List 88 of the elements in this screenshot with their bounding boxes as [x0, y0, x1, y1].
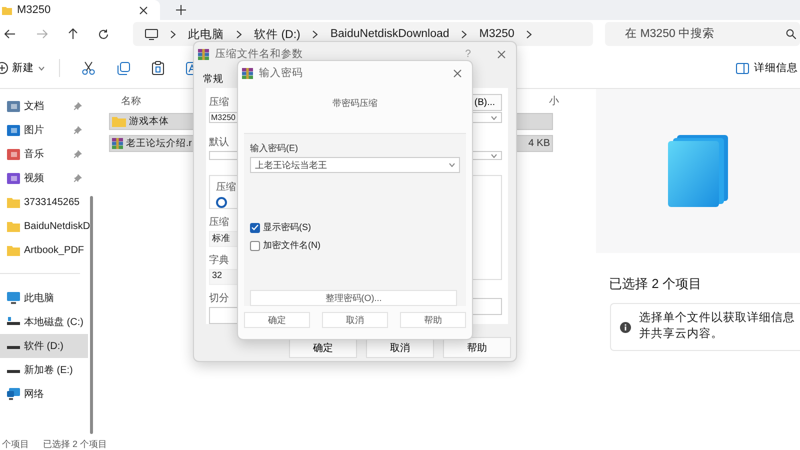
caret-icon — [449, 163, 455, 167]
window-tab[interactable]: M3250 — [0, 0, 160, 20]
selection-title: 已选择 2 个项目 — [609, 275, 702, 293]
caret-icon — [491, 154, 497, 158]
checkbox[interactable] — [250, 222, 260, 232]
dialog-button[interactable]: 确定 — [244, 312, 310, 328]
field-label: 字典 — [209, 254, 229, 267]
checkbox[interactable] — [250, 240, 260, 250]
document-icon — [7, 100, 20, 112]
field-label: 默认 — [209, 137, 229, 148]
caret-icon — [491, 116, 497, 120]
caret-icon — [38, 66, 45, 70]
breadcrumb-item[interactable]: BaiduNetdiskDownload — [330, 28, 450, 40]
archive-icon — [112, 138, 123, 149]
organize-passwords-button[interactable]: 整理密码(O)... — [250, 290, 457, 306]
size-cell: 4 KB — [528, 138, 550, 149]
sidebar-item[interactable]: 软件 (D:) — [0, 334, 88, 358]
dialog-button[interactable]: 取消 — [322, 312, 388, 328]
monitor-icon — [145, 28, 158, 40]
status-text: 个项目 — [2, 438, 29, 450]
sidebar-item[interactable]: 此电脑 — [0, 286, 88, 310]
details-button[interactable]: 详细信息 — [736, 61, 798, 75]
breadcrumb-item[interactable]: M3250 — [479, 28, 514, 40]
chevron-icon — [236, 30, 242, 38]
info-icon — [620, 322, 631, 332]
field-label: 压缩 — [209, 96, 229, 109]
sidebar-item[interactable]: 图片 — [0, 118, 88, 142]
sidebar-item[interactable]: 音乐 — [0, 142, 88, 166]
refresh-icon[interactable] — [98, 28, 109, 40]
field-label: 切分 — [209, 292, 229, 305]
field-label: 压缩 — [209, 216, 229, 229]
sidebar-item[interactable]: 3733145265 — [0, 190, 88, 214]
info-text: 选择单个文件以获取详细信息并共享云内容。 — [639, 311, 796, 342]
chevron-icon — [170, 30, 176, 38]
folder-icon — [7, 196, 20, 208]
sidebar-item[interactable]: 视频 — [0, 166, 88, 190]
back-icon[interactable] — [4, 29, 16, 39]
close-icon[interactable] — [139, 6, 148, 14]
dialog-heading: 带密码压缩 — [332, 97, 378, 110]
sidebar-item[interactable]: 文档 — [0, 94, 88, 118]
new-button[interactable]: 新建 — [0, 61, 45, 75]
folder-icon — [7, 244, 20, 256]
archive-icon — [198, 48, 209, 60]
monitor-icon — [7, 292, 20, 304]
files-stack-icon — [668, 135, 728, 207]
folder-icon — [7, 220, 20, 232]
search-icon — [786, 29, 796, 39]
checkbox-option[interactable]: 加密文件名(N) — [250, 239, 460, 252]
folder-icon — [2, 6, 12, 14]
folder-icon — [112, 116, 126, 127]
dialog-tab[interactable]: 常规 — [203, 72, 223, 88]
sidebar-item[interactable]: Artbook_PDF — [0, 238, 88, 262]
breadcrumb-item[interactable]: 软件 (D:) — [254, 26, 300, 42]
dialog-title: 输入密码 — [259, 66, 303, 80]
sidebar-item[interactable]: 新加卷 (E:) — [0, 358, 88, 382]
chevron-icon — [312, 30, 318, 38]
sidebar-item[interactable]: 网络 — [0, 382, 88, 406]
column-header[interactable]: 名称 — [121, 94, 141, 108]
network-icon — [7, 388, 20, 400]
column-header[interactable]: 小 — [549, 94, 559, 108]
dialog-button[interactable]: 帮助 — [443, 337, 511, 358]
status-text: 已选择 2 个项目 — [43, 438, 108, 450]
copy-icon[interactable] — [117, 62, 130, 74]
paste-icon[interactable] — [152, 61, 164, 75]
music-icon — [7, 148, 20, 160]
new-tab-icon[interactable] — [176, 5, 186, 15]
checkbox-option[interactable]: 显示密码(S) — [250, 221, 460, 234]
sidebar-item[interactable]: 本地磁盘 (C:) — [0, 310, 88, 334]
video-icon — [7, 172, 20, 184]
field-label: 输入密码(E) — [250, 142, 299, 155]
drive-icon — [7, 317, 20, 327]
close-icon[interactable] — [453, 68, 462, 78]
password-field[interactable]: 上老王论坛当老王 — [250, 157, 460, 173]
picture-icon — [7, 124, 20, 136]
scrollbar[interactable] — [90, 196, 93, 434]
plus-circle-icon — [0, 62, 8, 74]
sidebar-item[interactable]: BaiduNetdiskD — [0, 214, 88, 238]
chevron-icon — [461, 30, 468, 38]
dialog-button[interactable]: 帮助 — [400, 312, 466, 328]
details-pane-icon — [736, 62, 749, 74]
up-icon[interactable] — [68, 28, 78, 40]
cut-icon[interactable] — [82, 61, 95, 75]
archive-icon — [242, 68, 253, 78]
dialog-title: 压缩文件名和参数 — [215, 47, 303, 61]
chevron-icon — [526, 30, 532, 38]
breadcrumb-item[interactable]: 此电脑 — [188, 26, 224, 42]
search-field[interactable]: 在 M3250 中搜索 — [605, 22, 800, 46]
group-label: 压缩 — [216, 182, 236, 193]
